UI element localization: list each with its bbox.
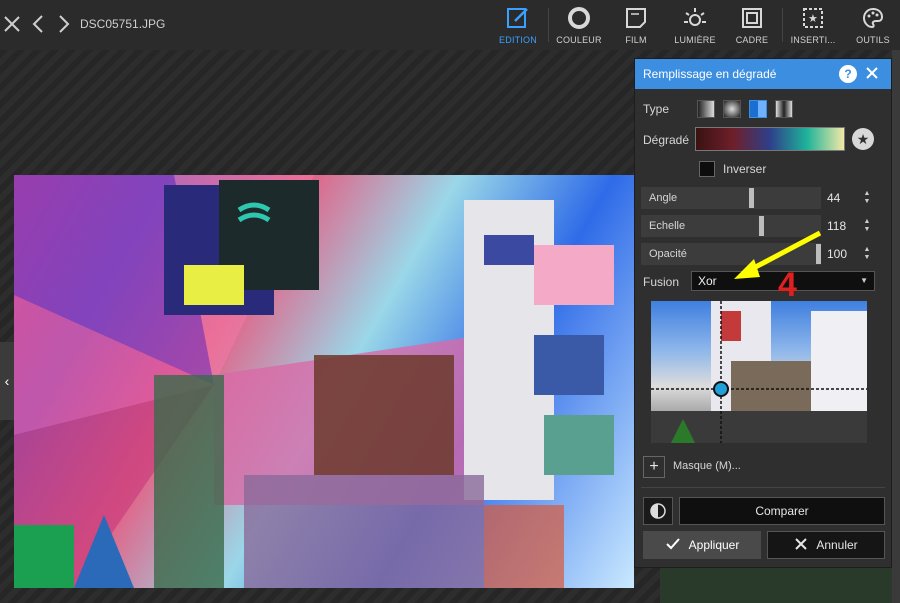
apply-label: Appliquer xyxy=(688,538,740,552)
edit-icon xyxy=(504,5,532,31)
close-icon[interactable] xyxy=(0,12,24,36)
tool-label: COULEUR xyxy=(556,35,602,45)
forward-arrow-icon[interactable] xyxy=(52,12,76,36)
slider-handle[interactable] xyxy=(749,188,754,208)
tool-outils[interactable]: OUTILS xyxy=(850,0,896,50)
tool-label: CADRE xyxy=(735,35,769,45)
tool-label: OUTILS xyxy=(856,35,890,45)
svg-text:★: ★ xyxy=(808,12,818,25)
add-mask-button[interactable]: + xyxy=(643,456,665,478)
dialog-header: Remplissage en dégradé ? xyxy=(635,59,891,89)
sun-icon xyxy=(681,5,709,31)
slider-label: Opacité xyxy=(649,248,687,260)
invert-label: Inverser xyxy=(723,162,767,176)
collapse-left-icon[interactable]: ‹ xyxy=(0,342,14,420)
file-name: DSC05751.JPG xyxy=(80,17,166,31)
slider-label: Echelle xyxy=(649,220,686,232)
tool-label: EDITION xyxy=(499,35,537,45)
background-panel xyxy=(660,568,892,603)
color-circle-icon xyxy=(565,5,593,31)
chevron-down-icon: ▼ xyxy=(860,276,868,285)
mask-label[interactable]: Masque (M)... xyxy=(673,460,741,472)
tool-edition[interactable]: EDITION xyxy=(494,0,542,50)
film-icon xyxy=(622,5,650,31)
insert-icon: ★ xyxy=(799,5,827,31)
frame-icon xyxy=(738,5,766,31)
cancel-button[interactable]: Annuler xyxy=(767,531,885,559)
tool-lumiere[interactable]: LUMIÈRE xyxy=(670,0,720,50)
tool-label: LUMIÈRE xyxy=(674,35,716,45)
scroll-track[interactable] xyxy=(892,50,900,603)
annotation-arrow-icon xyxy=(734,230,822,279)
app-window: DSC05751.JPG EDITION COULEUR FILM LUMIÈR… xyxy=(0,0,900,603)
top-toolbar: DSC05751.JPG EDITION COULEUR FILM LUMIÈR… xyxy=(0,0,900,50)
divider xyxy=(641,487,885,488)
compare-toggle-icon[interactable] xyxy=(643,497,673,525)
tool-label: INSERTI... xyxy=(790,35,836,45)
tool-label: FILM xyxy=(625,35,647,45)
symmetric-gradient-type-icon[interactable] xyxy=(775,100,793,118)
edited-photo xyxy=(14,175,634,588)
type-label: Type xyxy=(643,102,670,116)
gradient-preview-thumbnail[interactable] xyxy=(651,301,867,443)
check-icon xyxy=(665,537,681,554)
linear-gradient-type-icon[interactable] xyxy=(697,100,715,118)
angle-slider[interactable]: Angle xyxy=(641,187,821,209)
angle-spinner-icon[interactable]: ▲ ▼ xyxy=(861,187,873,209)
cancel-label: Annuler xyxy=(816,538,858,552)
tool-cadre[interactable]: CADRE xyxy=(730,0,774,50)
scale-spinner-icon[interactable]: ▲ ▼ xyxy=(861,215,873,237)
help-icon[interactable]: ? xyxy=(839,65,857,83)
fusion-label: Fusion xyxy=(643,275,680,289)
back-arrow-icon[interactable] xyxy=(26,12,50,36)
annotation-step-number: 4 xyxy=(778,266,797,304)
tool-film[interactable]: FILM xyxy=(614,0,658,50)
opacity-spinner-icon[interactable]: ▲ ▼ xyxy=(861,243,873,265)
invert-checkbox[interactable] xyxy=(699,161,715,177)
fusion-selected-value: Xor xyxy=(698,274,717,288)
gradient-preview-bar[interactable] xyxy=(695,127,845,151)
palette-icon xyxy=(859,5,887,31)
radial-gradient-type-icon[interactable] xyxy=(723,100,741,118)
compare-button[interactable]: Comparer xyxy=(679,497,885,525)
close-icon xyxy=(794,537,808,554)
star-icon[interactable]: ★ xyxy=(852,128,874,150)
slider-label: Angle xyxy=(649,192,678,204)
gradient-label: Dégradé xyxy=(643,133,690,147)
tool-couleur[interactable]: COULEUR xyxy=(554,0,604,50)
dialog-title: Remplissage en dégradé xyxy=(643,67,777,81)
toolbar-divider xyxy=(548,8,549,42)
apply-button[interactable]: Appliquer xyxy=(643,531,761,559)
tool-insertion[interactable]: ★ INSERTI... xyxy=(786,0,840,50)
gradient-fill-dialog: Remplissage en dégradé ? Type Dégradé ★ … xyxy=(634,58,892,568)
toolbar-divider xyxy=(782,8,783,42)
close-icon[interactable] xyxy=(863,64,881,82)
reflected-gradient-type-icon[interactable] xyxy=(749,100,767,118)
